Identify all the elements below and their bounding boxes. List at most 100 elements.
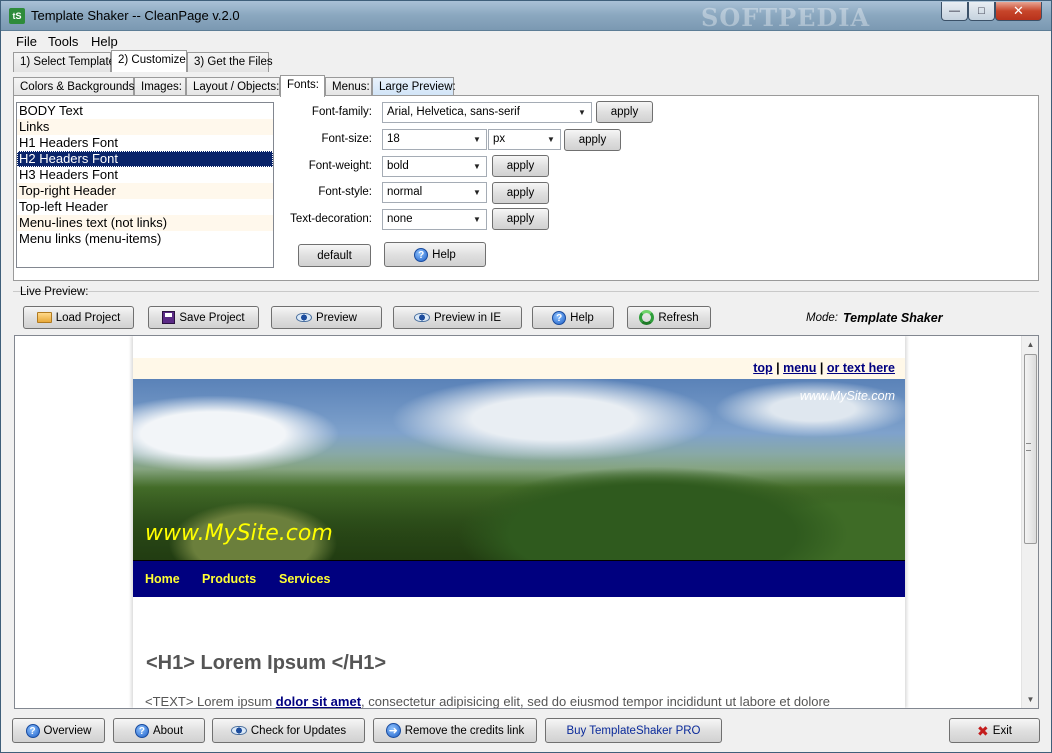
apply-weight-button[interactable]: apply	[492, 155, 549, 177]
banner-site-small: www.MySite.com	[799, 389, 895, 403]
font-style-label: Font-style:	[318, 186, 372, 198]
font-size-value: 18	[387, 133, 400, 145]
exit-button[interactable]: ✖ Exit	[949, 718, 1040, 743]
tab-fonts[interactable]: Fonts:	[280, 75, 325, 97]
header-banner-image: www.MySite.com www.MySite.com	[133, 379, 905, 560]
preview-in-ie-button[interactable]: Preview in IE	[393, 306, 522, 329]
live-preview-frame[interactable]: top | menu | or text here www.MySite.com…	[14, 335, 1039, 709]
default-button[interactable]: default	[298, 244, 371, 267]
app-icon: tS	[9, 8, 25, 24]
overview-label: Overview	[43, 724, 92, 737]
load-project-button[interactable]: Load Project	[23, 306, 134, 329]
list-item[interactable]: Top-left Header	[17, 199, 273, 215]
apply-size-button[interactable]: apply	[564, 129, 621, 151]
load-project-label: Load Project	[55, 311, 121, 324]
close-icon: ✖	[977, 722, 989, 739]
fonts-help-button[interactable]: ? Help	[384, 242, 486, 267]
remove-credits-label: Remove the credits link	[404, 724, 525, 737]
font-size-unit-select[interactable]: px ▼	[488, 129, 561, 150]
about-button[interactable]: ? About	[113, 718, 205, 743]
list-item[interactable]: Links	[17, 119, 273, 135]
tab-select-template[interactable]: 1) Select Template	[13, 52, 115, 72]
font-family-label: Font-family:	[311, 106, 372, 118]
remove-credits-button[interactable]: ➜ Remove the credits link	[373, 718, 537, 743]
menu-file[interactable]: File	[16, 34, 37, 49]
about-label: About	[152, 724, 184, 737]
tab-large-preview[interactable]: Large Preview:	[372, 77, 456, 97]
minimize-button[interactable]: —	[941, 2, 968, 21]
top-link[interactable]: top	[753, 361, 772, 375]
preview-label: Preview	[316, 311, 357, 324]
apply-style-button[interactable]: apply	[492, 182, 549, 204]
preview-in-ie-label: Preview in IE	[433, 311, 502, 324]
list-item-selected[interactable]: H2 Headers Font	[17, 151, 273, 167]
list-item[interactable]: Menu-lines text (not links)	[17, 215, 273, 231]
tab-customize[interactable]: 2) Customize	[111, 50, 187, 72]
save-project-button[interactable]: Save Project	[148, 306, 259, 329]
tab-images[interactable]: Images:	[134, 77, 186, 97]
font-family-select[interactable]: Arial, Helvetica, sans-serif ▼	[382, 102, 592, 123]
help-icon: ?	[25, 723, 40, 738]
font-size-label: Font-size:	[321, 133, 373, 145]
scroll-up-icon[interactable]: ▲	[1022, 336, 1038, 353]
chevron-down-icon: ▼	[473, 215, 481, 224]
tab-layout-objects[interactable]: Layout / Objects:	[186, 77, 280, 97]
refresh-button[interactable]: Refresh	[627, 306, 711, 329]
menu-link[interactable]: menu	[783, 361, 816, 375]
menu-tools[interactable]: Tools	[48, 34, 78, 49]
font-family-value: Arial, Helvetica, sans-serif	[387, 106, 520, 118]
check-updates-button[interactable]: Check for Updates	[212, 718, 365, 743]
list-item[interactable]: H3 Headers Font	[17, 167, 273, 183]
chevron-down-icon: ▼	[473, 188, 481, 197]
help-icon: ?	[134, 723, 149, 738]
list-item[interactable]: Top-right Header	[17, 183, 273, 199]
tab-colors-backgrounds[interactable]: Colors & Backgrounds:	[13, 77, 138, 97]
chevron-down-icon: ▼	[473, 135, 481, 144]
list-item[interactable]: Menu links (menu-items)	[17, 231, 273, 247]
preview-page: top | menu | or text here www.MySite.com…	[133, 336, 905, 708]
font-weight-label: Font-weight:	[308, 160, 372, 172]
font-target-list[interactable]: BODY Text Links H1 Headers Font H2 Heade…	[16, 102, 274, 268]
text-here-link[interactable]: or text here	[827, 361, 895, 375]
tab-menus[interactable]: Menus:	[325, 77, 372, 97]
maximize-button[interactable]: □	[968, 2, 995, 21]
apply-decoration-button[interactable]: apply	[492, 208, 549, 230]
preview-help-label: Help	[570, 311, 594, 324]
close-button[interactable]: ✕	[995, 2, 1042, 21]
preview-body-text: <TEXT> Lorem ipsum dolor sit amet, conse…	[145, 694, 830, 709]
tab-get-files[interactable]: 3) Get the Files	[187, 52, 273, 72]
preview-button[interactable]: Preview	[271, 306, 382, 329]
help-icon: ?	[552, 310, 567, 325]
overview-button[interactable]: ? Overview	[12, 718, 105, 743]
preview-scrollbar[interactable]: ▲ ▼	[1021, 336, 1038, 708]
body-text-link[interactable]: dolor sit amet	[276, 694, 361, 708]
preview-top-links: top | menu | or text here	[133, 358, 905, 379]
list-item[interactable]: H1 Headers Font	[17, 135, 273, 151]
check-updates-label: Check for Updates	[250, 724, 347, 737]
text-decoration-select[interactable]: none ▼	[382, 209, 487, 230]
menu-help[interactable]: Help	[91, 34, 118, 49]
buy-pro-button[interactable]: Buy TemplateShaker PRO	[545, 718, 722, 743]
nav-services[interactable]: Services	[279, 572, 330, 586]
font-style-select[interactable]: normal ▼	[382, 182, 487, 203]
exit-label: Exit	[992, 724, 1012, 737]
bottom-toolbar: ? Overview ? About Check for Updates ➜ R…	[1, 713, 1051, 753]
fonts-panel: BODY Text Links H1 Headers Font H2 Heade…	[13, 95, 1039, 281]
title-bar[interactable]: tS Template Shaker -- CleanPage v.2.0 SO…	[1, 1, 1051, 32]
font-weight-select[interactable]: bold ▼	[382, 156, 487, 177]
window-title: Template Shaker -- CleanPage v.2.0	[31, 8, 240, 23]
link-separator: |	[819, 361, 824, 375]
apply-family-button[interactable]: apply	[596, 101, 653, 123]
preview-h1: <H1> Lorem Ipsum </H1>	[146, 652, 387, 674]
preview-help-button[interactable]: ? Help	[532, 306, 614, 329]
menu-bar: File Tools Help	[1, 31, 1051, 51]
refresh-label: Refresh	[658, 311, 699, 324]
list-item[interactable]: BODY Text	[17, 103, 273, 119]
font-size-select[interactable]: 18 ▼	[382, 129, 487, 150]
nav-products[interactable]: Products	[202, 572, 256, 586]
folder-icon	[36, 312, 52, 323]
nav-home[interactable]: Home	[145, 572, 180, 586]
eye-icon	[296, 313, 313, 322]
scroll-down-icon[interactable]: ▼	[1022, 691, 1038, 708]
body-text-prefix: <TEXT> Lorem ipsum	[145, 694, 276, 709]
